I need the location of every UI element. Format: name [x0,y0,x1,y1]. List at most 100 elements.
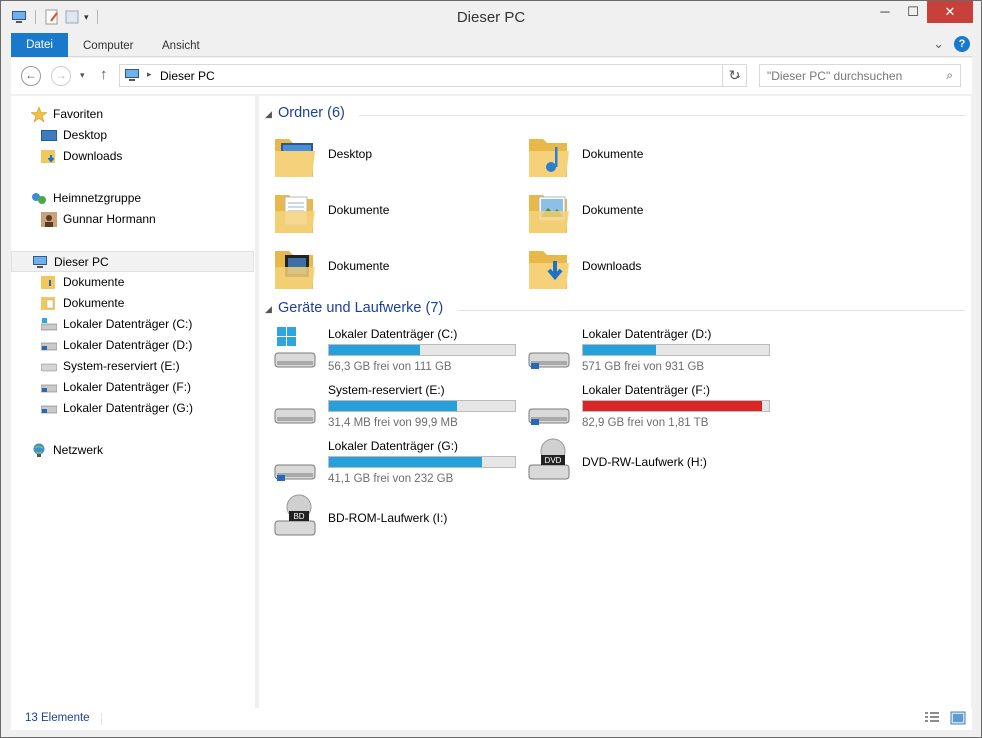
documents-folder-icon [275,195,315,233]
bd-badge: BD [293,512,304,521]
dvd-badge: DVD [545,456,562,465]
breadcrumb-separator-icon[interactable]: ▸ [147,69,152,80]
folder-dokumente-videos[interactable]: Dokumente [259,239,509,295]
folder-desktop[interactable]: Desktop [259,127,509,183]
nav-drive-d[interactable]: Lokaler Datenträger (D:) [11,335,254,356]
drive-label: DVD-RW-Laufwerk (H:) [582,455,707,469]
music-folder-icon [529,139,569,177]
nav-dokumente-1[interactable]: Dokumente [11,272,254,293]
pictures-folder-icon [529,195,569,233]
address-field[interactable]: ▸ Dieser PC ⌄ [119,64,747,87]
free-space: 82,9 GB frei von 1,81 TB [582,417,709,429]
folder-dokumente-docs[interactable]: Dokumente [259,183,509,239]
usage-bar [582,400,770,412]
tab-datei[interactable]: Datei [11,33,68,57]
hard-drive-icon [41,342,57,351]
nav-netzwerk[interactable]: Netzwerk [11,440,254,461]
drive-i-bd[interactable]: BD BD-ROM-Laufwerk (I:) [259,491,509,547]
hard-drive-icon [274,464,316,481]
drive-c[interactable]: Lokaler Datenträger (C:) 56,3 GB frei vo… [259,323,516,379]
usage-fill [329,345,421,355]
up-button[interactable]: ↑ [100,66,108,83]
star-icon [31,107,47,122]
downloads-folder-icon [41,150,55,163]
dvd-drive-icon: DVD [528,438,570,480]
explorer-window: ▾ Dieser PC ─ ☐ ✕ Datei Computer Ansicht… [0,0,982,738]
drive-label: Lokaler Datenträger (F:) [582,383,711,397]
forward-button[interactable]: → [51,66,71,86]
network-icon [33,443,45,457]
nav-dieser-pc[interactable]: Dieser PC [11,251,254,272]
tab-computer[interactable]: Computer [71,35,146,57]
free-space: 41,1 GB frei von 232 GB [328,473,454,485]
windows-drive-icon [41,318,57,331]
recent-locations-icon[interactable]: ▾ [80,70,85,81]
nav-favoriten[interactable]: Favoriten [11,104,254,125]
group-divider [457,310,965,311]
hard-drive-icon [41,405,57,414]
folder-dokumente-music[interactable]: Dokumente [513,127,763,183]
collapse-arrow-icon[interactable]: ◢ [265,109,272,120]
nav-heimnetzgruppe[interactable]: Heimnetzgruppe [11,188,254,209]
usage-fill [583,345,656,355]
nav-drive-c[interactable]: Lokaler Datenträger (C:) [11,314,254,335]
title-bar: ▾ Dieser PC ─ ☐ ✕ [1,1,981,33]
search-input[interactable]: "Dieser PC" durchsuchen ⌕ [759,64,961,87]
back-button[interactable]: ← [21,66,41,86]
downloads-folder-icon [529,251,569,289]
expand-ribbon-icon[interactable]: ⌄ [933,36,944,52]
usage-fill [583,401,762,411]
desktop-folder-icon [275,139,315,177]
search-icon[interactable]: ⌕ [946,68,953,83]
refresh-button[interactable]: ↻ [722,64,747,87]
nav-dokumente-2[interactable]: Dokumente [11,293,254,314]
details-view-icon[interactable] [924,711,940,725]
group-header-geraete[interactable]: ◢ Geräte und Laufwerke (7) [265,299,965,319]
usage-fill [329,457,482,467]
nav-gunnar-hormann[interactable]: Gunnar Hormann [11,209,254,230]
drive-h-dvd[interactable]: DVD DVD-RW-Laufwerk (H:) [513,435,763,491]
breadcrumb-dieser-pc[interactable]: Dieser PC [160,69,215,83]
collapse-arrow-icon[interactable]: ◢ [265,304,272,315]
folder-dokumente-pictures[interactable]: Dokumente [513,183,763,239]
content-pane: ◢ Ordner (6) Desktop Dokumente Dokumente… [259,96,971,708]
status-bar: 13 Elemente [11,708,972,730]
nav-drive-e[interactable]: System-reserviert (E:) [11,356,254,377]
free-space: 56,3 GB frei von 111 GB [328,361,452,373]
hard-drive-icon [41,384,57,393]
minimize-button[interactable]: ─ [871,1,899,23]
windows-drive-icon [274,327,316,368]
group-header-ordner[interactable]: ◢ Ordner (6) [265,104,965,124]
drive-label: BD-ROM-Laufwerk (I:) [328,511,448,525]
drive-f[interactable]: Lokaler Datenträger (F:) 82,9 GB frei vo… [513,379,770,435]
homegroup-icon [32,193,46,204]
drive-e[interactable]: System-reserviert (E:) 31,4 MB frei von … [259,379,516,435]
bd-drive-icon: BD [274,494,316,536]
status-separator [101,713,102,725]
drive-d[interactable]: Lokaler Datenträger (D:) 571 GB frei von… [513,323,770,379]
nav-drive-g[interactable]: Lokaler Datenträger (G:) [11,398,254,419]
address-toolbar: ← → ▾ ↑ ▸ Dieser PC ⌄ ↻ "Dieser PC" durc… [11,58,972,94]
drive-label: Lokaler Datenträger (D:) [582,327,712,341]
help-icon[interactable]: ? [954,36,970,52]
close-button[interactable]: ✕ [927,1,973,23]
large-icons-view-icon[interactable] [950,711,966,725]
user-avatar-icon [41,212,57,227]
nav-downloads[interactable]: Downloads [11,146,254,167]
free-space: 571 GB frei von 931 GB [582,361,705,373]
usage-fill [329,401,458,411]
ribbon-tabs: Datei Computer Ansicht ⌄ ? [11,33,972,57]
hard-drive-icon [528,352,570,369]
tab-ansicht[interactable]: Ansicht [150,35,212,57]
folder-downloads[interactable]: Downloads [513,239,763,295]
window-title: Dieser PC [456,9,526,26]
documents-folder-icon [41,276,55,289]
nav-desktop[interactable]: Desktop [11,125,254,146]
drive-label: Lokaler Datenträger (G:) [328,439,459,453]
hard-drive-icon [274,408,316,424]
nav-drive-f[interactable]: Lokaler Datenträger (F:) [11,377,254,398]
drive-g[interactable]: Lokaler Datenträger (G:) 41,1 GB frei vo… [259,435,516,491]
usage-bar [582,344,770,356]
maximize-button[interactable]: ☐ [899,1,927,23]
item-count: 13 Elemente [25,712,90,724]
